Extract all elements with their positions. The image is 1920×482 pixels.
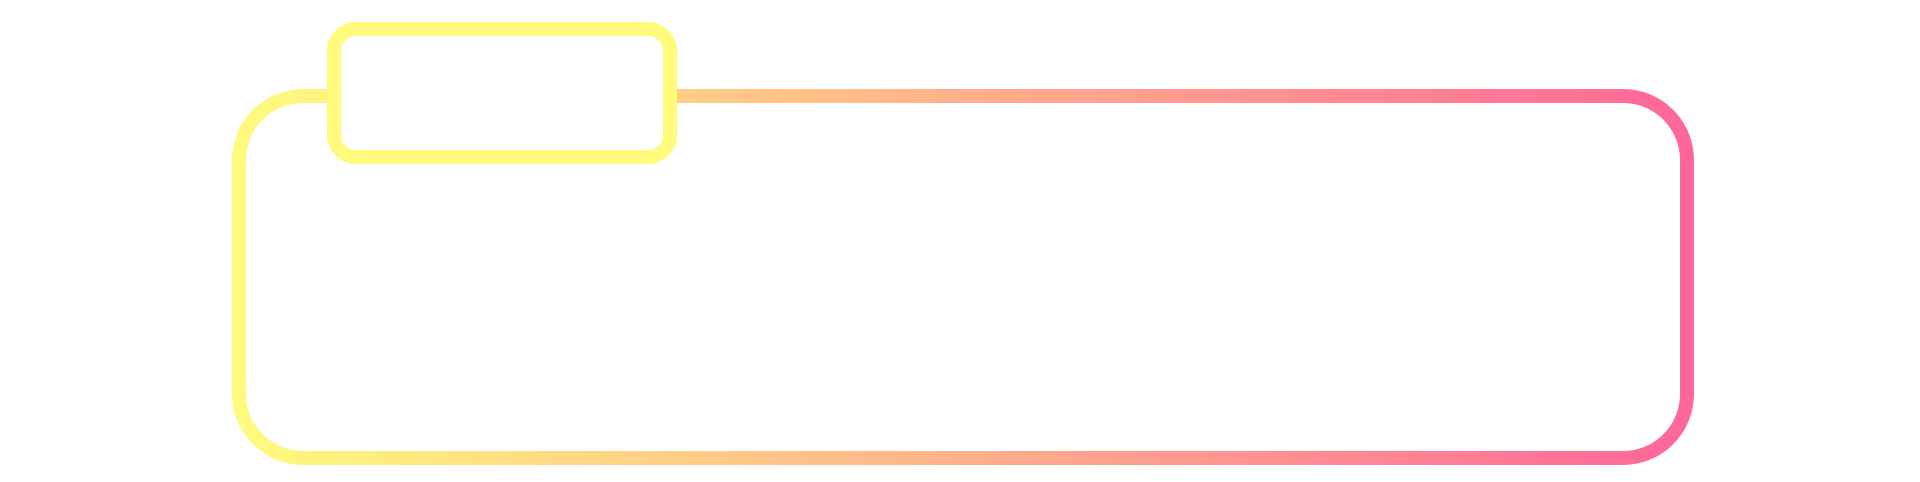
panel-content <box>246 158 1680 448</box>
canvas <box>0 0 1920 482</box>
tab-label <box>341 36 663 150</box>
